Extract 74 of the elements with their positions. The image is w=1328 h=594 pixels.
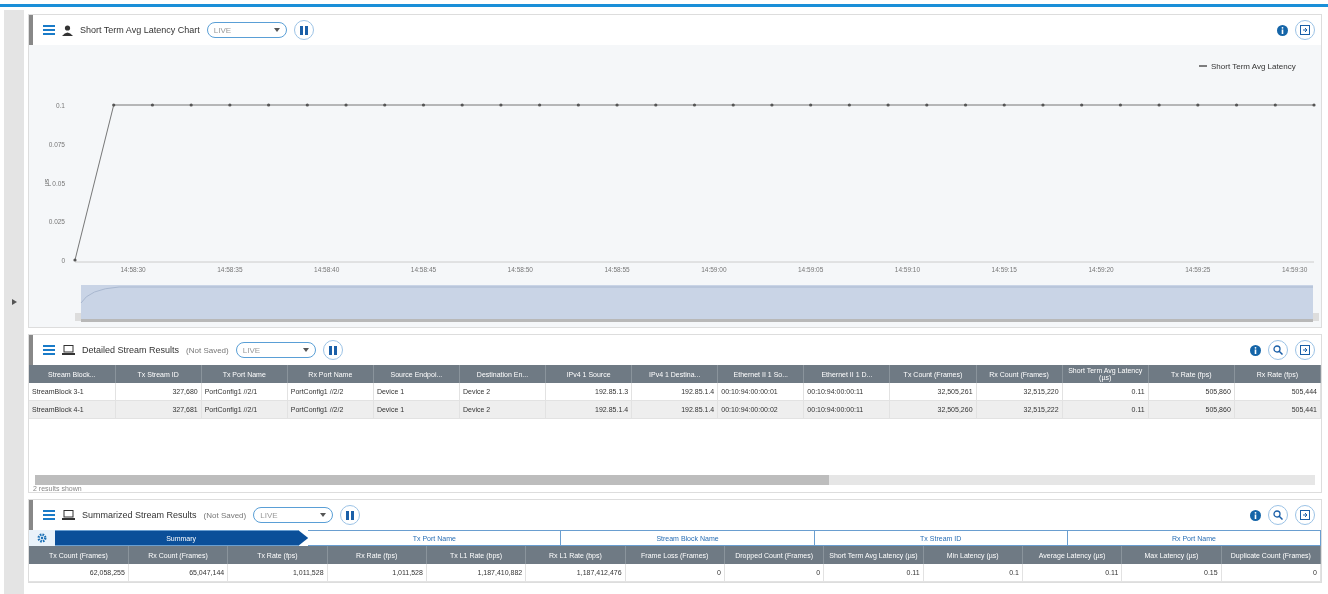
data-point bbox=[1080, 103, 1084, 107]
menu-icon[interactable] bbox=[43, 25, 55, 35]
export-button[interactable] bbox=[1295, 20, 1315, 40]
data-point bbox=[847, 103, 851, 107]
data-point bbox=[1002, 103, 1006, 107]
panel-title: Detailed Stream Results bbox=[82, 345, 180, 355]
data-point bbox=[731, 103, 735, 107]
data-point bbox=[576, 103, 580, 107]
panel-note: (Not Saved) bbox=[186, 345, 229, 355]
pause-icon bbox=[346, 510, 355, 520]
pause-button[interactable] bbox=[293, 20, 314, 40]
data-point bbox=[421, 103, 426, 107]
pause-icon bbox=[328, 345, 337, 355]
data-point bbox=[305, 103, 309, 107]
data-point bbox=[460, 103, 464, 107]
info-icon[interactable] bbox=[1250, 344, 1261, 356]
scrollbar[interactable] bbox=[35, 475, 1315, 485]
caret-icon bbox=[302, 348, 309, 352]
data-point bbox=[150, 103, 155, 107]
data-point bbox=[499, 103, 503, 107]
menu-icon[interactable] bbox=[43, 345, 55, 355]
data-point bbox=[886, 103, 890, 107]
data-point bbox=[615, 103, 619, 107]
person-icon bbox=[62, 24, 73, 36]
export-button[interactable] bbox=[1295, 340, 1315, 360]
export-button[interactable] bbox=[1295, 505, 1315, 525]
panel-note: (Not Saved) bbox=[203, 510, 247, 520]
export-icon bbox=[1300, 25, 1310, 35]
data-point bbox=[925, 103, 929, 107]
data-point bbox=[1196, 103, 1200, 107]
legend-item[interactable]: Short Term Avg Latency bbox=[1198, 62, 1296, 71]
search-button[interactable] bbox=[1268, 505, 1288, 525]
data-point bbox=[654, 103, 658, 107]
data-point bbox=[73, 258, 77, 262]
panel-title: Short Term Avg Latency Chart bbox=[80, 25, 200, 35]
search-icon bbox=[1273, 345, 1283, 355]
data-point bbox=[228, 103, 232, 107]
data-point bbox=[344, 103, 348, 107]
data-point bbox=[383, 103, 387, 107]
search-icon bbox=[1273, 510, 1283, 520]
data-point bbox=[538, 103, 542, 107]
info-icon[interactable] bbox=[1277, 24, 1288, 36]
data-point bbox=[1157, 103, 1161, 107]
export-icon bbox=[1300, 345, 1310, 355]
gear-icon bbox=[37, 533, 47, 543]
data-point bbox=[1312, 103, 1316, 107]
data-point bbox=[112, 103, 116, 107]
data-point bbox=[1273, 103, 1277, 107]
laptop-icon bbox=[62, 510, 75, 520]
export-icon bbox=[1300, 510, 1310, 520]
data-point bbox=[1234, 103, 1239, 107]
data-point bbox=[1041, 103, 1045, 107]
caret-icon bbox=[273, 28, 280, 32]
data-point bbox=[963, 103, 968, 107]
mode-dropdown[interactable]: LIVE bbox=[206, 22, 287, 38]
data-point bbox=[692, 103, 697, 107]
data-point bbox=[770, 103, 774, 107]
data-point bbox=[267, 103, 271, 107]
mode-dropdown[interactable]: LIVE bbox=[235, 342, 316, 358]
info-icon[interactable] bbox=[1250, 509, 1261, 521]
caret-icon bbox=[320, 513, 327, 517]
mode-dropdown[interactable]: LIVE bbox=[253, 507, 334, 523]
data-point bbox=[1118, 103, 1122, 107]
laptop-icon bbox=[62, 345, 75, 355]
data-point bbox=[809, 103, 813, 107]
settings-button[interactable] bbox=[29, 530, 55, 546]
expand-icon[interactable] bbox=[11, 299, 17, 305]
pause-button[interactable] bbox=[340, 505, 361, 525]
pause-icon bbox=[299, 25, 308, 35]
pause-button[interactable] bbox=[322, 340, 343, 360]
data-point bbox=[189, 103, 193, 107]
panel-title: Summarized Stream Results bbox=[82, 510, 197, 520]
search-button[interactable] bbox=[1268, 340, 1288, 360]
menu-icon[interactable] bbox=[43, 510, 55, 520]
